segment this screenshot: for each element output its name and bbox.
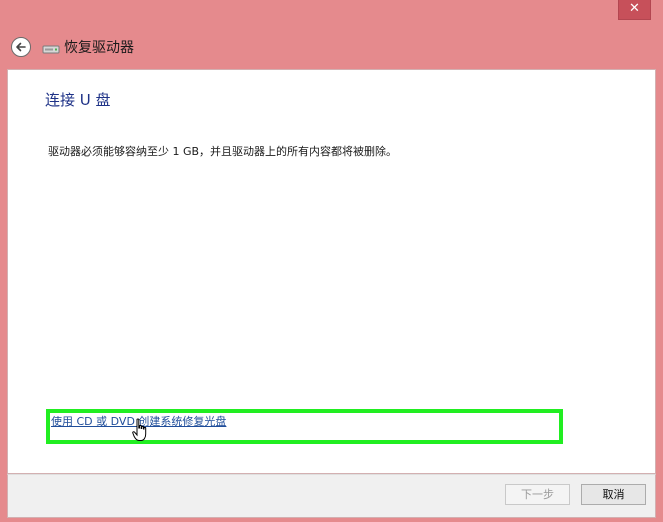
- footer-bar: 下一步 取消: [7, 474, 656, 518]
- recovery-drive-window: ✕ 恢复驱动器 连接 U 盘 驱动器必须能够容纳至少 1 GB，并且驱动器上的所…: [0, 0, 663, 522]
- drive-icon: [42, 45, 60, 54]
- window-title: 恢复驱动器: [64, 40, 134, 56]
- close-button[interactable]: ✕: [618, 0, 651, 20]
- next-button[interactable]: 下一步: [505, 484, 570, 505]
- back-button[interactable]: [11, 37, 31, 57]
- close-icon: ✕: [629, 1, 640, 16]
- content-panel: 连接 U 盘 驱动器必须能够容纳至少 1 GB，并且驱动器上的所有内容都将被删除…: [7, 69, 656, 474]
- back-arrow-icon: [16, 42, 26, 52]
- cancel-button[interactable]: 取消: [581, 484, 646, 505]
- description-text: 驱动器必须能够容纳至少 1 GB，并且驱动器上的所有内容都将被删除。: [48, 145, 398, 158]
- hand-pointer-icon: [132, 418, 147, 441]
- title-bar: 恢复驱动器: [0, 26, 663, 66]
- page-heading: 连接 U 盘: [45, 91, 111, 109]
